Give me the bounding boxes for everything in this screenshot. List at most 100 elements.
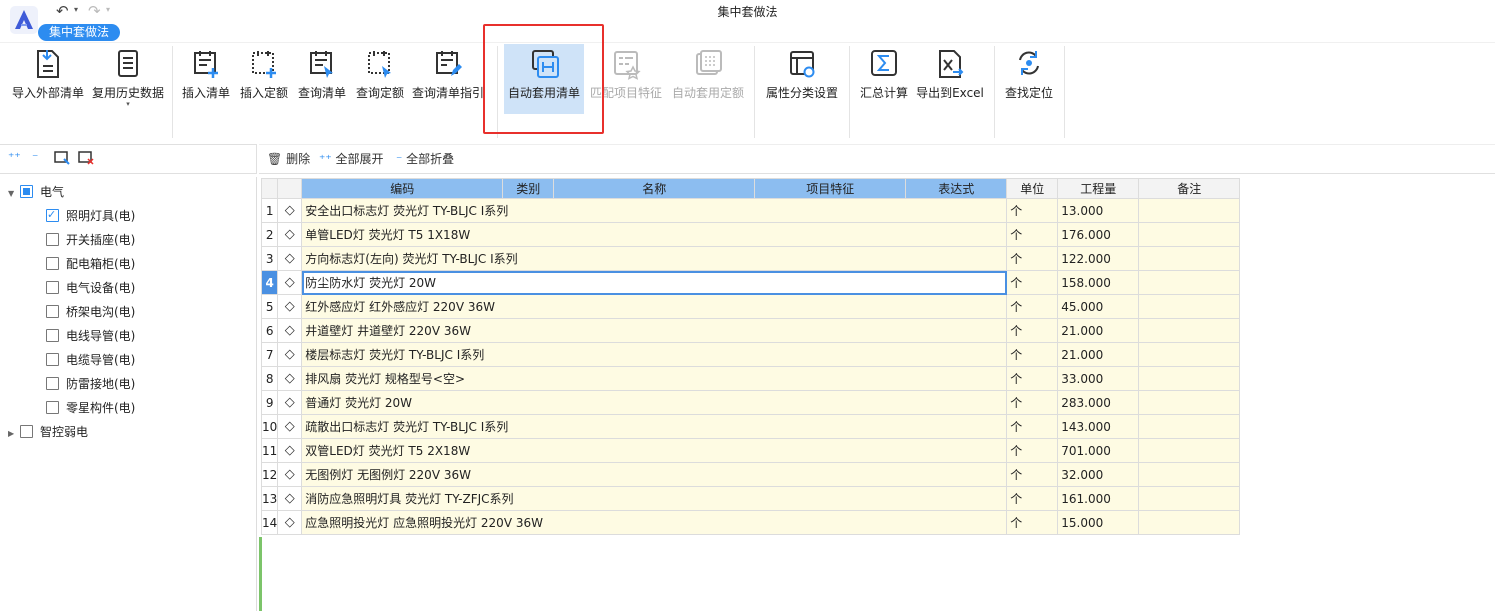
- tree-node-child[interactable]: 电线导管(电): [46, 326, 135, 346]
- row-index[interactable]: 5: [260, 294, 279, 319]
- row-name-cell[interactable]: 排风扇 荧光灯 规格型号<空>: [301, 366, 1008, 391]
- row-quantity-cell[interactable]: 21.000: [1057, 342, 1140, 367]
- row-marker[interactable]: ◇: [277, 294, 303, 319]
- row-remark-cell[interactable]: [1138, 438, 1241, 463]
- tree-checkbox[interactable]: [46, 305, 59, 318]
- row-marker[interactable]: ◇: [277, 462, 303, 487]
- tree-checkbox[interactable]: [20, 425, 33, 438]
- query-guide-button[interactable]: 查询清单指引: [412, 44, 484, 110]
- row-remark-cell[interactable]: [1138, 486, 1241, 511]
- row-unit-cell[interactable]: 个: [1006, 486, 1059, 511]
- collapse-all-button[interactable]: ⁻ 全部折叠: [396, 150, 454, 167]
- row-unit-cell[interactable]: 个: [1006, 318, 1059, 343]
- row-index[interactable]: 2: [260, 222, 279, 247]
- insert-list-button[interactable]: 插入清单: [178, 44, 234, 110]
- tree-node-child[interactable]: 配电箱柜(电): [46, 254, 135, 274]
- row-index[interactable]: 7: [260, 342, 279, 367]
- row-quantity-cell[interactable]: 176.000: [1057, 222, 1140, 247]
- export-excel-button[interactable]: 导出到Excel: [914, 44, 986, 110]
- row-index[interactable]: 1: [260, 198, 279, 223]
- row-unit-cell[interactable]: 个: [1006, 222, 1059, 247]
- row-remark-cell[interactable]: [1138, 390, 1241, 415]
- row-marker[interactable]: ◇: [277, 486, 303, 511]
- table-row[interactable]: 8 ◇ 排风扇 荧光灯 规格型号<空> 个 33.000: [260, 366, 1241, 391]
- tree-node-child[interactable]: 桥架电沟(电): [46, 302, 135, 322]
- row-marker[interactable]: ◇: [277, 390, 303, 415]
- row-unit-cell[interactable]: 个: [1006, 294, 1059, 319]
- row-name-cell[interactable]: 井道壁灯 井道壁灯 220V 36W: [301, 318, 1008, 343]
- tree-checkbox[interactable]: [46, 233, 59, 246]
- row-name-cell[interactable]: 方向标志灯(左向) 荧光灯 TY-BLJC I系列: [301, 246, 1008, 271]
- row-unit-cell[interactable]: 个: [1006, 414, 1059, 439]
- header-quantity[interactable]: 工程量: [1057, 178, 1140, 199]
- row-remark-cell[interactable]: [1138, 270, 1241, 295]
- header-category[interactable]: 类别: [502, 178, 555, 199]
- header-name[interactable]: 名称: [553, 178, 756, 199]
- row-marker[interactable]: ◇: [277, 318, 303, 343]
- row-quantity-cell[interactable]: 161.000: [1057, 486, 1140, 511]
- table-row[interactable]: 2 ◇ 单管LED灯 荧光灯 T5 1X18W 个 176.000: [260, 222, 1241, 247]
- table-row[interactable]: 4 ◇ 防尘防水灯 荧光灯 20W 个 158.000: [260, 270, 1241, 295]
- row-unit-cell[interactable]: 个: [1006, 390, 1059, 415]
- row-remark-cell[interactable]: [1138, 198, 1241, 223]
- collapsed-arrow-icon[interactable]: ▶: [8, 424, 20, 444]
- header-code[interactable]: 编码: [301, 178, 504, 199]
- tree-node-child[interactable]: 防雷接地(电): [46, 374, 135, 394]
- summary-calc-button[interactable]: 汇总计算: [856, 44, 912, 110]
- table-row[interactable]: 9 ◇ 普通灯 荧光灯 20W 个 283.000: [260, 390, 1241, 415]
- row-name-cell[interactable]: 无图例灯 无图例灯 220V 36W: [301, 462, 1008, 487]
- row-marker[interactable]: ◇: [277, 414, 303, 439]
- row-name-cell[interactable]: 消防应急照明灯具 荧光灯 TY-ZFJC系列: [301, 486, 1008, 511]
- row-name-cell[interactable]: 普通灯 荧光灯 20W: [301, 390, 1008, 415]
- reuse-history-button[interactable]: 复用历史数据 ▾: [88, 44, 168, 110]
- expanded-arrow-icon[interactable]: ▼: [8, 184, 20, 204]
- row-index[interactable]: 14: [260, 510, 279, 535]
- row-remark-cell[interactable]: [1138, 294, 1241, 319]
- tree-node-child[interactable]: 零星构件(电): [46, 398, 135, 418]
- row-marker[interactable]: ◇: [277, 510, 303, 535]
- row-marker[interactable]: ◇: [277, 270, 303, 295]
- row-quantity-cell[interactable]: 143.000: [1057, 414, 1140, 439]
- table-row[interactable]: 6 ◇ 井道壁灯 井道壁灯 220V 36W 个 21.000: [260, 318, 1241, 343]
- insert-quota-button[interactable]: 插入定额: [236, 44, 292, 110]
- row-quantity-cell[interactable]: 21.000: [1057, 318, 1140, 343]
- tree-checkbox[interactable]: [46, 329, 59, 342]
- table-row[interactable]: 1 ◇ 安全出口标志灯 荧光灯 TY-BLJC I系列个 13.000: [260, 198, 1241, 223]
- tree-node-child[interactable]: 照明灯具(电): [46, 205, 135, 226]
- header-features[interactable]: 项目特征: [754, 178, 907, 199]
- expand-icon[interactable]: ⁺⁺: [8, 150, 21, 164]
- row-index[interactable]: 9: [260, 390, 279, 415]
- mode-tab[interactable]: 集中套做法: [38, 24, 120, 41]
- table-row[interactable]: 7 ◇ 楼层标志灯 荧光灯 TY-BLJC I系列个 21.000: [260, 342, 1241, 367]
- tree-node-child[interactable]: 电气设备(电): [46, 278, 135, 298]
- row-name-cell[interactable]: 单管LED灯 荧光灯 T5 1X18W: [301, 222, 1008, 247]
- tree-checkbox[interactable]: [46, 281, 59, 294]
- table-row[interactable]: 14 ◇ 应急照明投光灯 应急照明投光灯 220V 36W 个 15.000: [260, 510, 1241, 535]
- row-marker[interactable]: ◇: [277, 222, 303, 247]
- row-index[interactable]: 8: [260, 366, 279, 391]
- table-row[interactable]: 5 ◇ 红外感应灯 红外感应灯 220V 36W 个 45.000: [260, 294, 1241, 319]
- tree-checkbox[interactable]: [46, 353, 59, 366]
- import-external-list-button[interactable]: 导入外部清单: [8, 44, 88, 110]
- row-remark-cell[interactable]: [1138, 462, 1241, 487]
- tree-node-child[interactable]: 电缆导管(电): [46, 350, 135, 370]
- table-row[interactable]: 10 ◇ 疏散出口标志灯 荧光灯 TY-BLJC I系列个 143.000: [260, 414, 1241, 439]
- row-quantity-cell[interactable]: 15.000: [1057, 510, 1140, 535]
- row-unit-cell[interactable]: 个: [1006, 510, 1059, 535]
- row-index[interactable]: 4: [260, 270, 279, 295]
- header-unit[interactable]: 单位: [1006, 178, 1059, 199]
- query-list-button[interactable]: 查询清单: [294, 44, 350, 110]
- row-unit-cell[interactable]: 个: [1006, 462, 1059, 487]
- table-row[interactable]: 3 ◇ 方向标志灯(左向) 荧光灯 TY-BLJC I系列个 122.000: [260, 246, 1241, 271]
- row-index[interactable]: 11: [260, 438, 279, 463]
- row-remark-cell[interactable]: [1138, 510, 1241, 535]
- row-quantity-cell[interactable]: 45.000: [1057, 294, 1140, 319]
- tree-node-electrical[interactable]: ▼ 电气: [8, 182, 64, 202]
- tree-checkbox[interactable]: [20, 185, 33, 198]
- tree-node-weak-current[interactable]: ▶ 智控弱电: [8, 422, 88, 442]
- row-remark-cell[interactable]: [1138, 342, 1241, 367]
- row-marker[interactable]: ◇: [277, 198, 303, 223]
- row-quantity-cell[interactable]: 13.000: [1057, 198, 1140, 223]
- tree-checkbox[interactable]: [46, 377, 59, 390]
- table-row[interactable]: 12 ◇ 无图例灯 无图例灯 220V 36W 个 32.000: [260, 462, 1241, 487]
